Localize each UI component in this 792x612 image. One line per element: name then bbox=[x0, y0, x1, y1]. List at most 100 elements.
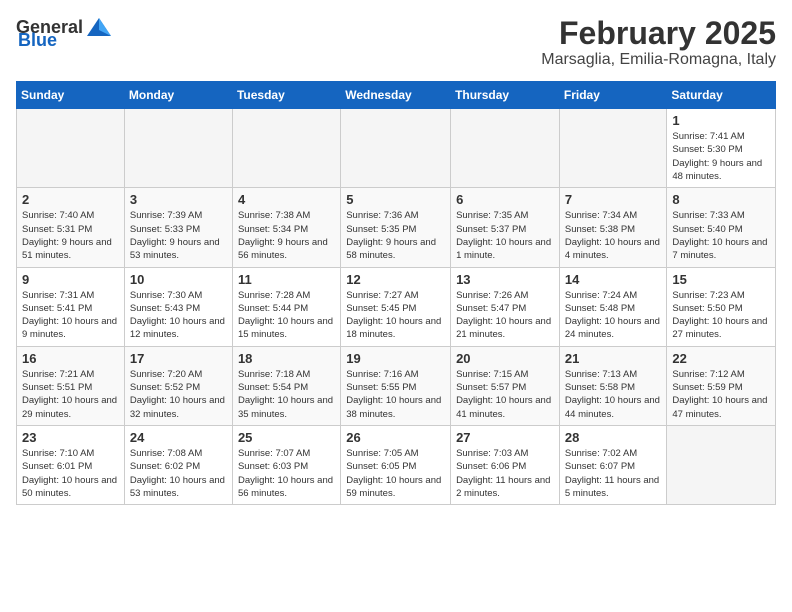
day-number: 20 bbox=[456, 351, 554, 366]
day-info: Sunrise: 7:20 AM Sunset: 5:52 PM Dayligh… bbox=[130, 368, 227, 421]
day-info: Sunrise: 7:12 AM Sunset: 5:59 PM Dayligh… bbox=[672, 368, 770, 421]
calendar-cell: 12 Sunrise: 7:27 AM Sunset: 5:45 PM Dayli… bbox=[341, 267, 451, 346]
weekday-header-monday: Monday bbox=[124, 82, 232, 109]
day-info: Sunrise: 7:03 AM Sunset: 6:06 PM Dayligh… bbox=[456, 447, 554, 500]
day-info: Sunrise: 7:34 AM Sunset: 5:38 PM Dayligh… bbox=[565, 209, 662, 262]
day-number: 2 bbox=[22, 192, 119, 207]
day-info: Sunrise: 7:41 AM Sunset: 5:30 PM Dayligh… bbox=[672, 130, 770, 183]
calendar-week-row: 23Sunrise: 7:10 AM Sunset: 6:01 PM Dayli… bbox=[17, 425, 776, 504]
day-info: Sunrise: 7:30 AM Sunset: 5:43 PM Dayligh… bbox=[130, 289, 227, 342]
weekday-header-sunday: Sunday bbox=[17, 82, 125, 109]
calendar-cell: 22 Sunrise: 7:12 AM Sunset: 5:59 PM Dayli… bbox=[667, 346, 776, 425]
day-number: 25 bbox=[238, 430, 335, 445]
calendar-cell: 10 Sunrise: 7:30 AM Sunset: 5:43 PM Dayli… bbox=[124, 267, 232, 346]
day-info: Sunrise: 7:15 AM Sunset: 5:57 PM Dayligh… bbox=[456, 368, 554, 421]
day-info: Sunrise: 7:21 AM Sunset: 5:51 PM Dayligh… bbox=[22, 368, 119, 421]
calendar-cell bbox=[232, 109, 340, 188]
day-number: 22 bbox=[672, 351, 770, 366]
weekday-header-saturday: Saturday bbox=[667, 82, 776, 109]
day-info: Sunrise: 7:40 AM Sunset: 5:31 PM Dayligh… bbox=[22, 209, 119, 262]
day-number: 12 bbox=[346, 272, 445, 287]
day-number: 8 bbox=[672, 192, 770, 207]
calendar-cell: 24 Sunrise: 7:08 AM Sunset: 6:02 PM Dayli… bbox=[124, 425, 232, 504]
weekday-header-row: SundayMondayTuesdayWednesdayThursdayFrid… bbox=[17, 82, 776, 109]
calendar-cell: 27 Sunrise: 7:03 AM Sunset: 6:06 PM Dayli… bbox=[451, 425, 560, 504]
day-info: Sunrise: 7:28 AM Sunset: 5:44 PM Dayligh… bbox=[238, 289, 335, 342]
calendar-cell: 8 Sunrise: 7:33 AM Sunset: 5:40 PM Daylig… bbox=[667, 188, 776, 267]
day-number: 26 bbox=[346, 430, 445, 445]
calendar-cell: 1Sunrise: 7:41 AM Sunset: 5:30 PM Daylig… bbox=[667, 109, 776, 188]
day-info: Sunrise: 7:07 AM Sunset: 6:03 PM Dayligh… bbox=[238, 447, 335, 500]
calendar-week-row: 1Sunrise: 7:41 AM Sunset: 5:30 PM Daylig… bbox=[17, 109, 776, 188]
logo-icon bbox=[85, 16, 113, 38]
calendar-cell: 11 Sunrise: 7:28 AM Sunset: 5:44 PM Dayli… bbox=[232, 267, 340, 346]
day-number: 6 bbox=[456, 192, 554, 207]
day-info: Sunrise: 7:27 AM Sunset: 5:45 PM Dayligh… bbox=[346, 289, 445, 342]
calendar-cell: 28 Sunrise: 7:02 AM Sunset: 6:07 PM Dayli… bbox=[559, 425, 667, 504]
calendar-cell: 17 Sunrise: 7:20 AM Sunset: 5:52 PM Dayli… bbox=[124, 346, 232, 425]
day-number: 5 bbox=[346, 192, 445, 207]
calendar-cell: 5 Sunrise: 7:36 AM Sunset: 5:35 PM Daylig… bbox=[341, 188, 451, 267]
calendar-cell: 18 Sunrise: 7:18 AM Sunset: 5:54 PM Dayli… bbox=[232, 346, 340, 425]
day-info: Sunrise: 7:10 AM Sunset: 6:01 PM Dayligh… bbox=[22, 447, 119, 500]
day-number: 15 bbox=[672, 272, 770, 287]
day-number: 21 bbox=[565, 351, 662, 366]
day-info: Sunrise: 7:13 AM Sunset: 5:58 PM Dayligh… bbox=[565, 368, 662, 421]
calendar-cell bbox=[341, 109, 451, 188]
day-number: 10 bbox=[130, 272, 227, 287]
day-number: 9 bbox=[22, 272, 119, 287]
calendar-cell: 19Sunrise: 7:16 AM Sunset: 5:55 PM Dayli… bbox=[341, 346, 451, 425]
day-info: Sunrise: 7:23 AM Sunset: 5:50 PM Dayligh… bbox=[672, 289, 770, 342]
day-info: Sunrise: 7:39 AM Sunset: 5:33 PM Dayligh… bbox=[130, 209, 227, 262]
weekday-header-tuesday: Tuesday bbox=[232, 82, 340, 109]
calendar-cell bbox=[559, 109, 667, 188]
calendar-cell: 23Sunrise: 7:10 AM Sunset: 6:01 PM Dayli… bbox=[17, 425, 125, 504]
calendar-cell bbox=[667, 425, 776, 504]
calendar-week-row: 16 Sunrise: 7:21 AM Sunset: 5:51 PM Dayli… bbox=[17, 346, 776, 425]
calendar-cell bbox=[124, 109, 232, 188]
day-info: Sunrise: 7:36 AM Sunset: 5:35 PM Dayligh… bbox=[346, 209, 445, 262]
calendar-cell: 26Sunrise: 7:05 AM Sunset: 6:05 PM Dayli… bbox=[341, 425, 451, 504]
calendar-cell: 2 Sunrise: 7:40 AM Sunset: 5:31 PM Daylig… bbox=[17, 188, 125, 267]
calendar-cell: 7 Sunrise: 7:34 AM Sunset: 5:38 PM Daylig… bbox=[559, 188, 667, 267]
weekday-header-friday: Friday bbox=[559, 82, 667, 109]
calendar-cell: 21 Sunrise: 7:13 AM Sunset: 5:58 PM Dayli… bbox=[559, 346, 667, 425]
day-info: Sunrise: 7:33 AM Sunset: 5:40 PM Dayligh… bbox=[672, 209, 770, 262]
day-number: 4 bbox=[238, 192, 335, 207]
day-number: 19 bbox=[346, 351, 445, 366]
day-info: Sunrise: 7:38 AM Sunset: 5:34 PM Dayligh… bbox=[238, 209, 335, 262]
day-number: 3 bbox=[130, 192, 227, 207]
title-block: February 2025 Marsaglia, Emilia-Romagna,… bbox=[541, 16, 776, 69]
logo: General Blue bbox=[16, 16, 115, 51]
weekday-header-wednesday: Wednesday bbox=[341, 82, 451, 109]
calendar-cell: 20 Sunrise: 7:15 AM Sunset: 5:57 PM Dayli… bbox=[451, 346, 560, 425]
calendar-cell: 9Sunrise: 7:31 AM Sunset: 5:41 PM Daylig… bbox=[17, 267, 125, 346]
day-info: Sunrise: 7:18 AM Sunset: 5:54 PM Dayligh… bbox=[238, 368, 335, 421]
day-number: 14 bbox=[565, 272, 662, 287]
day-number: 24 bbox=[130, 430, 227, 445]
day-info: Sunrise: 7:35 AM Sunset: 5:37 PM Dayligh… bbox=[456, 209, 554, 262]
day-info: Sunrise: 7:08 AM Sunset: 6:02 PM Dayligh… bbox=[130, 447, 227, 500]
calendar-cell: 6 Sunrise: 7:35 AM Sunset: 5:37 PM Daylig… bbox=[451, 188, 560, 267]
day-number: 27 bbox=[456, 430, 554, 445]
day-number: 11 bbox=[238, 272, 335, 287]
calendar-cell: 13Sunrise: 7:26 AM Sunset: 5:47 PM Dayli… bbox=[451, 267, 560, 346]
calendar-cell: 4 Sunrise: 7:38 AM Sunset: 5:34 PM Daylig… bbox=[232, 188, 340, 267]
day-number: 7 bbox=[565, 192, 662, 207]
day-info: Sunrise: 7:02 AM Sunset: 6:07 PM Dayligh… bbox=[565, 447, 662, 500]
calendar-cell: 16 Sunrise: 7:21 AM Sunset: 5:51 PM Dayli… bbox=[17, 346, 125, 425]
day-number: 16 bbox=[22, 351, 119, 366]
day-number: 18 bbox=[238, 351, 335, 366]
day-number: 28 bbox=[565, 430, 662, 445]
location-title: Marsaglia, Emilia-Romagna, Italy bbox=[541, 51, 776, 69]
calendar-cell: 15 Sunrise: 7:23 AM Sunset: 5:50 PM Dayli… bbox=[667, 267, 776, 346]
day-number: 17 bbox=[130, 351, 227, 366]
day-info: Sunrise: 7:24 AM Sunset: 5:48 PM Dayligh… bbox=[565, 289, 662, 342]
weekday-header-thursday: Thursday bbox=[451, 82, 560, 109]
page-header: General Blue February 2025 Marsaglia, Em… bbox=[16, 16, 776, 69]
logo-blue: Blue bbox=[18, 30, 57, 51]
day-info: Sunrise: 7:26 AM Sunset: 5:47 PM Dayligh… bbox=[456, 289, 554, 342]
calendar-cell bbox=[17, 109, 125, 188]
calendar-cell bbox=[451, 109, 560, 188]
calendar-week-row: 2 Sunrise: 7:40 AM Sunset: 5:31 PM Daylig… bbox=[17, 188, 776, 267]
